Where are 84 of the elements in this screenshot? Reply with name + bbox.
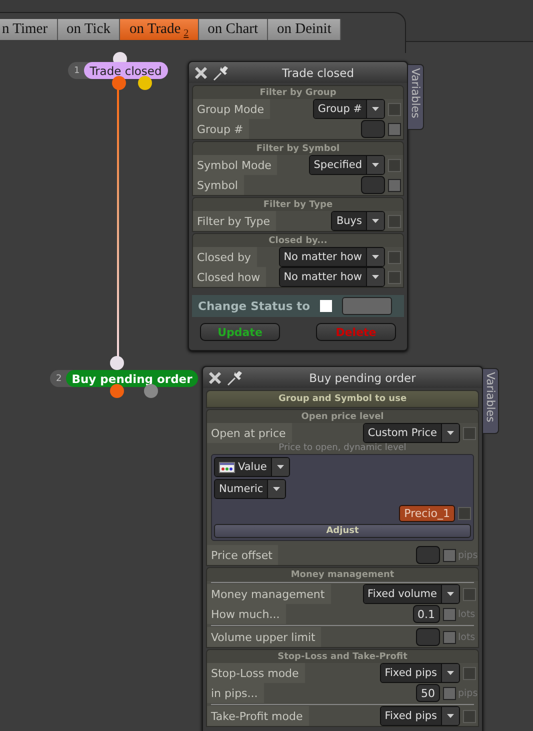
field-label: Symbol: [193, 175, 244, 195]
checkbox[interactable]: [443, 548, 456, 562]
section-header[interactable]: Stop-Loss and Take-Profit: [207, 650, 478, 663]
section-header[interactable]: Money management: [207, 568, 478, 581]
field-label: Stop-Loss mode: [207, 663, 305, 683]
output-port[interactable]: [144, 384, 158, 398]
status-field[interactable]: [342, 297, 392, 315]
dropdown[interactable]: Fixed volume: [362, 584, 460, 604]
field-label: How much...: [207, 604, 286, 624]
section-header[interactable]: Filter by Type: [193, 198, 403, 211]
checkbox[interactable]: [443, 630, 456, 644]
dropdown[interactable]: Fixed pips: [380, 706, 460, 726]
dropdown[interactable]: Specified: [308, 155, 385, 175]
field-label: Closed by: [193, 247, 257, 267]
dropdown[interactable]: Value: [214, 457, 290, 477]
field-label: Closed how: [193, 267, 266, 287]
section-header[interactable]: Closed by...: [193, 234, 403, 247]
pin-icon[interactable]: [212, 64, 230, 80]
checkbox[interactable]: [443, 686, 456, 700]
side-tab[interactable]: Variables: [408, 64, 424, 130]
output-port[interactable]: [138, 76, 152, 90]
input-field[interactable]: 0.1: [412, 605, 440, 623]
value-icon: [219, 462, 235, 472]
field-label: Money management: [207, 584, 331, 604]
field-label: Price offset: [207, 545, 278, 565]
node-label[interactable]: Trade closed: [84, 62, 168, 79]
window-title: Trade closed: [280, 66, 356, 80]
checkbox[interactable]: [463, 666, 476, 680]
checkbox[interactable]: [463, 710, 476, 722]
field-label: Open at price: [207, 423, 292, 443]
checkbox[interactable]: [388, 250, 401, 264]
input-field[interactable]: [416, 628, 440, 646]
node-label[interactable]: Buy pending order: [66, 370, 198, 387]
dropdown[interactable]: No matter how: [278, 247, 385, 267]
field-label: Group #: [193, 119, 250, 139]
input-field[interactable]: [416, 546, 440, 564]
checkbox[interactable]: [388, 102, 401, 116]
checkbox[interactable]: [463, 426, 476, 440]
checkbox[interactable]: [388, 158, 401, 172]
dropdown[interactable]: Fixed pips: [380, 663, 460, 683]
checkbox[interactable]: [388, 270, 401, 284]
dropdown[interactable]: No matter how: [278, 267, 385, 287]
dropdown[interactable]: Numeric: [214, 479, 286, 499]
caption: Price to open, dynamic level: [278, 443, 408, 454]
field-label: Group Mode: [193, 99, 270, 119]
input-port[interactable]: [110, 356, 124, 370]
adjust-button[interactable]: Adjust: [214, 524, 471, 538]
update-button[interactable]: Update: [200, 323, 280, 341]
dropdown[interactable]: Buys: [331, 211, 385, 231]
pin-icon[interactable]: [226, 370, 244, 386]
tab[interactable]: on Deinit: [268, 19, 342, 40]
input-field[interactable]: [361, 176, 385, 194]
tab[interactable]: on Tick: [58, 19, 120, 40]
tab[interactable]: on Trade 2: [120, 19, 199, 40]
output-port[interactable]: [110, 384, 124, 398]
status-label: Change Status to: [198, 299, 310, 313]
section-header[interactable]: Group and Symbol to use: [207, 391, 478, 407]
window-title: Buy pending order: [308, 370, 417, 384]
input-field[interactable]: [361, 120, 385, 138]
checkbox[interactable]: [320, 300, 332, 312]
section-header[interactable]: Filter by Symbol: [193, 142, 403, 155]
output-port[interactable]: [112, 76, 126, 90]
tab[interactable]: on Chart: [198, 19, 268, 40]
input-field[interactable]: 50: [416, 684, 440, 702]
checkbox[interactable]: [388, 122, 401, 136]
section-header[interactable]: Open price level: [207, 410, 478, 423]
checkbox[interactable]: [388, 178, 401, 192]
side-tab[interactable]: Variables: [483, 368, 499, 434]
variable-chip[interactable]: Precio_1: [399, 505, 455, 522]
field-label: Filter by Type: [193, 211, 276, 231]
section-header[interactable]: Filter by Group: [193, 86, 403, 99]
dropdown[interactable]: Group #: [312, 99, 385, 119]
dropdown[interactable]: Custom Price: [362, 423, 460, 443]
close-icon[interactable]: [208, 370, 222, 384]
field-label: Take-Profit mode: [207, 706, 309, 726]
tab[interactable]: n Timer: [0, 19, 58, 40]
checkbox[interactable]: [388, 214, 401, 228]
checkbox[interactable]: [463, 588, 476, 600]
field-label: in pips...: [207, 683, 264, 703]
field-label: Volume upper limit: [207, 627, 322, 647]
field-label: Symbol Mode: [193, 155, 278, 175]
checkbox[interactable]: [458, 507, 471, 520]
close-icon[interactable]: [194, 66, 208, 80]
checkbox[interactable]: [443, 608, 456, 620]
